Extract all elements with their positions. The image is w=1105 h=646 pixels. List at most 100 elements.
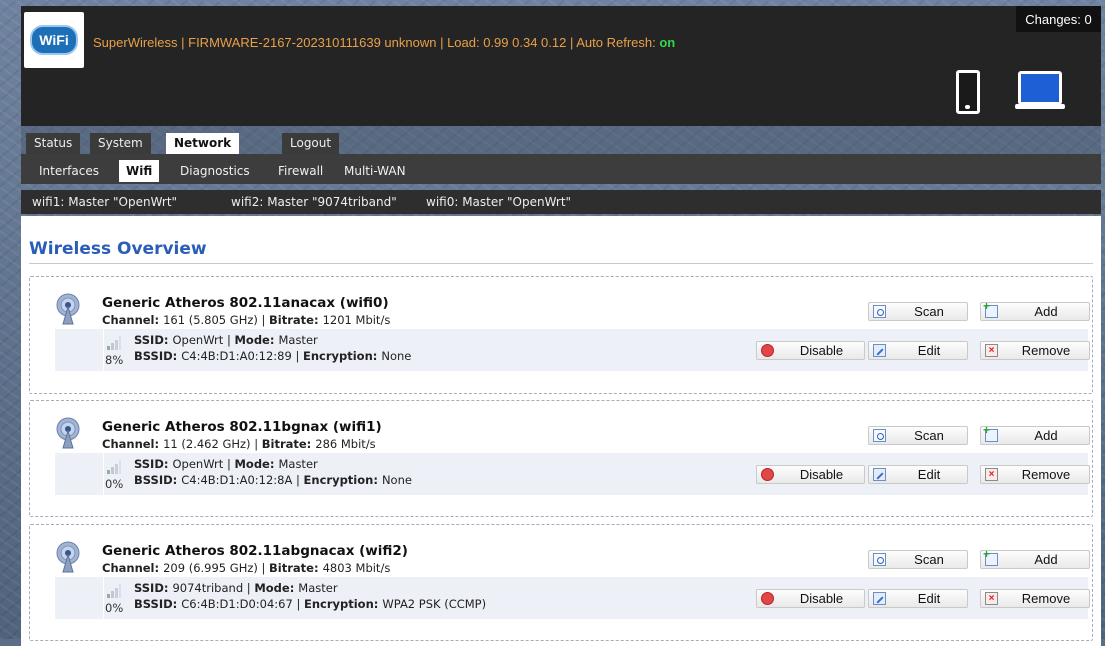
auto-refresh-toggle[interactable]: on <box>659 35 675 50</box>
tab-status[interactable]: Status <box>26 133 81 154</box>
signal-strength-icon <box>107 335 121 350</box>
add-button[interactable]: Add <box>980 423 1090 445</box>
content-area: Wireless Overview Generic Atheros 802.11… <box>21 216 1101 646</box>
title-divider <box>29 263 1093 264</box>
wifi-logo: WiFi <box>24 12 84 68</box>
channel-label: Channel: <box>102 561 164 575</box>
signal-strength-icon <box>107 459 121 474</box>
button-label: Add <box>1034 304 1058 319</box>
bitrate-value: 4803 Mbit/s <box>322 561 391 575</box>
button-label: Edit <box>917 467 941 482</box>
device-channel-bitrate: Channel: 161 (5.805 GHz) | Bitrate: 1201… <box>102 313 390 327</box>
disable-icon <box>761 344 774 357</box>
subtab-multi-wan[interactable]: Multi-WAN <box>337 160 413 182</box>
button-label: Remove <box>1021 343 1071 358</box>
disable-button[interactable]: Disable <box>756 465 865 484</box>
channel-value: 161 (5.805 GHz) | <box>163 313 270 327</box>
mode-label: Mode: <box>234 333 279 347</box>
button-label: Disable <box>799 343 844 358</box>
bitrate-label: Bitrate: <box>269 313 323 327</box>
encryption-label: Encryption: <box>303 597 383 611</box>
device-channel-bitrate: Channel: 11 (2.462 GHz) | Bitrate: 286 M… <box>102 437 376 451</box>
tab-system[interactable]: System <box>90 133 151 154</box>
scan-button[interactable]: Scan <box>868 302 968 321</box>
signal-percent: 0% <box>105 601 124 615</box>
edit-icon <box>873 592 886 605</box>
wifi-tab-wifi2[interactable]: wifi2: Master "9074triband" <box>231 190 397 214</box>
ssid-label: SSID: <box>134 333 173 347</box>
add-button[interactable]: Add <box>980 547 1090 569</box>
network-row-margin <box>55 329 104 371</box>
edit-button[interactable]: Edit <box>868 341 968 360</box>
scan-icon <box>873 305 886 318</box>
ssid-mode-line: SSID: OpenWrt | Mode: Master <box>134 457 318 471</box>
scan-button[interactable]: Scan <box>868 426 968 445</box>
desktop-view-icon[interactable] <box>1015 71 1065 109</box>
encryption-label: Encryption: <box>302 349 382 363</box>
edit-button[interactable]: Edit <box>868 589 968 608</box>
network-row: 0% SSID: OpenWrt | Mode: Master BSSID: C4:… <box>55 453 1090 495</box>
status-text: SuperWireless | FIRMWARE-2167-2023101116… <box>93 35 660 50</box>
button-label: Add <box>1034 428 1058 443</box>
edit-button[interactable]: Edit <box>868 465 968 484</box>
button-label: Add <box>1034 552 1058 567</box>
signal-percent: 0% <box>105 477 124 491</box>
device-name: Generic Atheros 802.11anacax (wifi0) <box>102 295 389 311</box>
signal-percent: 8% <box>105 353 124 367</box>
status-line: SuperWireless | FIRMWARE-2167-2023101116… <box>93 35 675 50</box>
wifi-logo-text: WiFi <box>30 25 78 55</box>
tab-network[interactable]: Network <box>166 133 240 154</box>
encryption-value: WPA2 PSK (CCMP) <box>382 597 487 611</box>
tab-logout[interactable]: Logout <box>282 133 340 154</box>
remove-button[interactable]: × Remove <box>980 341 1090 360</box>
device-card: Generic Atheros 802.11bgnax (wifi1) Chann… <box>29 400 1093 517</box>
bitrate-label: Bitrate: <box>261 437 316 451</box>
remove-icon: × <box>985 592 998 605</box>
subtab-wifi[interactable]: Wifi <box>119 160 160 182</box>
disable-icon <box>761 468 774 481</box>
subtab-diagnostics[interactable]: Diagnostics <box>173 160 257 182</box>
signal-strength-icon <box>107 583 121 598</box>
page-title: Wireless Overview <box>29 239 207 259</box>
button-label: Disable <box>799 467 844 482</box>
button-label: Scan <box>914 428 944 443</box>
network-row: 0% SSID: 9074triband | Mode: Master BSSID:… <box>55 577 1090 619</box>
subtab-firewall[interactable]: Firewall <box>271 160 330 182</box>
ssid-value: OpenWrt | <box>172 333 235 347</box>
mode-value: Master <box>278 333 318 347</box>
wifi-tab-wifi0[interactable]: wifi0: Master "OpenWrt" <box>426 190 571 214</box>
device-name: Generic Atheros 802.11abgnacax (wifi2) <box>102 543 408 559</box>
bssid-value: C4:4B:D1:A0:12:89 | <box>181 349 303 363</box>
disable-button[interactable]: Disable <box>756 341 865 360</box>
encryption-value: None <box>381 349 412 363</box>
button-label: Scan <box>914 552 944 567</box>
encryption-value: None <box>381 473 412 487</box>
network-row-margin <box>55 453 104 495</box>
ssid-mode-line: SSID: 9074triband | Mode: Master <box>134 581 338 595</box>
add-button[interactable]: Add <box>980 299 1090 321</box>
bitrate-label: Bitrate: <box>269 561 323 575</box>
remove-button[interactable]: × Remove <box>980 589 1090 608</box>
wifi-device-tabs: wifi1: Master "OpenWrt" wifi2: Master "9… <box>21 190 1101 214</box>
scan-button[interactable]: Scan <box>868 550 968 569</box>
channel-value: 209 (6.995 GHz) | <box>163 561 270 575</box>
bssid-encryption-line: BSSID: C4:4B:D1:A0:12:8A | Encryption: N… <box>134 473 412 487</box>
main-menu: Status System Network Logout <box>21 126 1101 154</box>
bssid-value: C6:4B:D1:D0:04:67 | <box>181 597 304 611</box>
mobile-view-icon[interactable] <box>956 70 980 114</box>
device-card: Generic Atheros 802.11anacax (wifi0) Chan… <box>29 276 1093 394</box>
subtab-interfaces[interactable]: Interfaces <box>32 160 106 182</box>
device-name: Generic Atheros 802.11bgnax (wifi1) <box>102 419 382 435</box>
button-label: Scan <box>914 304 944 319</box>
button-label: Remove <box>1021 467 1071 482</box>
remove-button[interactable]: × Remove <box>980 465 1090 484</box>
mode-value: Master <box>298 581 338 595</box>
channel-label: Channel: <box>102 313 164 327</box>
add-icon <box>983 547 998 566</box>
mode-label: Mode: <box>234 457 279 471</box>
changes-counter[interactable]: Changes: 0 <box>1016 6 1101 32</box>
disable-button[interactable]: Disable <box>756 589 865 608</box>
bssid-value: C4:4B:D1:A0:12:8A | <box>181 473 304 487</box>
encryption-label: Encryption: <box>303 473 382 487</box>
wifi-tab-wifi1[interactable]: wifi1: Master "OpenWrt" <box>32 190 177 214</box>
